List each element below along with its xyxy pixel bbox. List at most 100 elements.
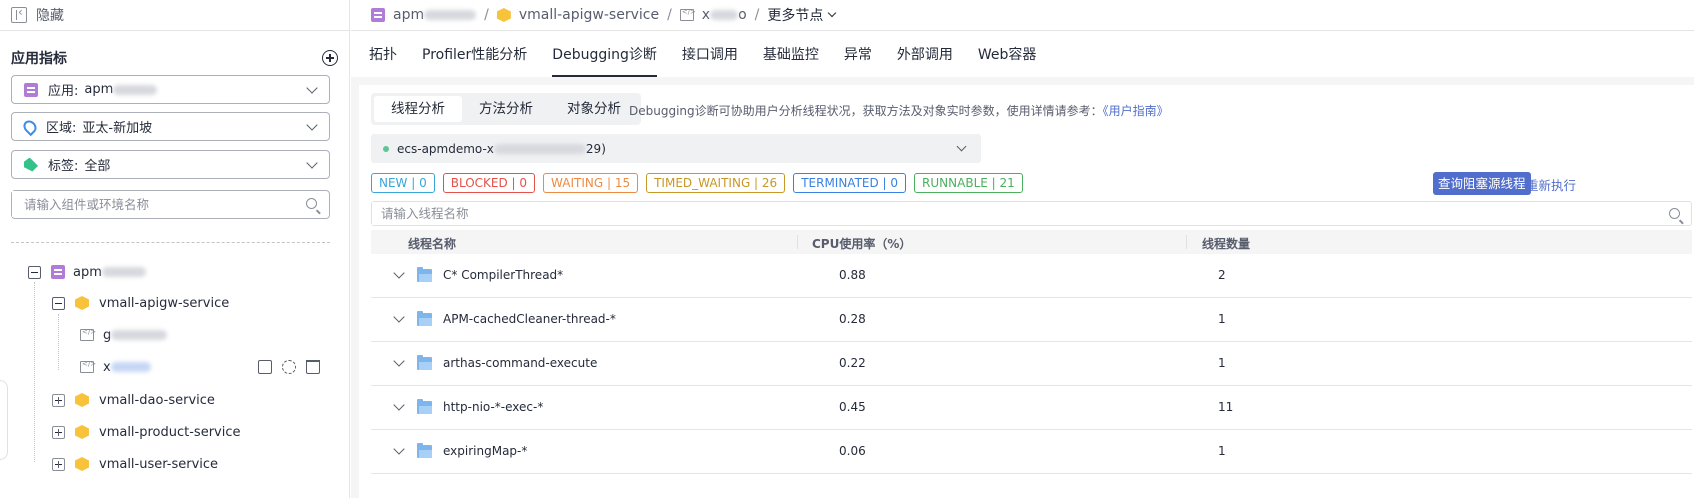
badge-terminated[interactable]: TERMINATED | 0 <box>793 173 907 193</box>
component-search-input[interactable] <box>12 191 292 217</box>
service-cube-icon <box>75 457 89 471</box>
thread-search <box>371 201 1692 226</box>
chevron-down-icon[interactable] <box>393 267 405 279</box>
table-row[interactable]: C* CompilerThread* 0.88 2 <box>371 254 1692 298</box>
column-divider <box>797 235 798 249</box>
tag-select-label: 标签: <box>48 159 79 174</box>
query-blocking-source-button[interactable]: 查询阻塞源线程 <box>1433 172 1531 195</box>
service-cube-icon <box>75 393 89 407</box>
badge-timed-waiting[interactable]: TIMED_WAITING | 26 <box>646 173 786 193</box>
collapse-toggle-icon[interactable] <box>28 265 41 279</box>
gear-icon[interactable] <box>282 360 296 374</box>
redacted-text <box>101 267 146 277</box>
application-icon <box>371 8 385 22</box>
tree-instance[interactable]: g <box>80 324 168 346</box>
rerun-button[interactable]: 重新执行 <box>1526 175 1576 194</box>
subtab-object-analysis[interactable]: 对象分析 <box>550 96 638 122</box>
table-row[interactable]: http-nio-*-exec-* 0.45 11 <box>371 386 1692 430</box>
hide-sidebar-button[interactable]: 隐藏 <box>0 0 349 31</box>
badge-new[interactable]: NEW | 0 <box>371 173 435 193</box>
thread-count: 2 <box>1218 268 1226 282</box>
expand-toggle-icon[interactable] <box>52 457 65 471</box>
app-select-value: apm <box>84 82 114 97</box>
subtab-method-analysis[interactable]: 方法分析 <box>462 96 550 122</box>
expand-toggle-icon[interactable] <box>52 425 65 439</box>
monitor-chart-icon[interactable] <box>258 360 272 374</box>
breadcrumb: apm / vmall-apigw-service / x o / 更多节点 <box>351 0 1694 31</box>
tab-debugging[interactable]: Debugging诊断 <box>552 44 657 77</box>
breadcrumb-instance[interactable]: x <box>702 7 710 23</box>
instance-icon <box>679 8 696 21</box>
breadcrumb-app[interactable]: apm <box>393 7 424 23</box>
search-icon[interactable] <box>1669 208 1680 219</box>
region-select[interactable]: 区域: 亚太-新加坡 <box>11 112 330 141</box>
service-cube-icon <box>496 8 511 22</box>
tree-instance-selected[interactable]: x <box>80 356 320 378</box>
tree-service-product[interactable]: vmall-product-service <box>52 421 241 443</box>
chevron-down-icon[interactable] <box>393 355 405 367</box>
tab-topology[interactable]: 拓扑 <box>369 44 397 77</box>
tab-profiler[interactable]: Profiler性能分析 <box>422 44 527 77</box>
table-row[interactable]: arthas-command-execute 0.22 1 <box>371 342 1692 386</box>
tab-basic-monitoring[interactable]: 基础监控 <box>763 44 819 77</box>
thread-name: expiringMap-* <box>443 444 528 458</box>
debugging-panel: 线程分析 方法分析 对象分析 Debugging诊断可协助用户分析线程状况，获取… <box>359 85 1694 498</box>
trash-icon[interactable] <box>306 360 320 374</box>
thread-count: 1 <box>1218 444 1226 458</box>
folder-icon <box>417 267 432 282</box>
tree-service-label: vmall-product-service <box>99 424 241 440</box>
more-nodes-dropdown[interactable]: 更多节点 <box>767 5 823 25</box>
expand-toggle-icon[interactable] <box>52 393 65 407</box>
subtab-thread-analysis[interactable]: 线程分析 <box>374 96 462 122</box>
tab-external-calls[interactable]: 外部调用 <box>897 44 953 77</box>
badge-waiting[interactable]: WAITING | 15 <box>543 173 639 193</box>
table-header: 线程名称 CPU使用率（%） 线程数量 <box>371 230 1692 254</box>
hint-text: Debugging诊断可协助用户分析线程状况，获取方法及对象实时参数，使用详情请… <box>629 104 1103 118</box>
table-row[interactable]: APM-cachedCleaner-thread-* 0.28 1 <box>371 298 1692 342</box>
search-icon[interactable] <box>306 198 317 209</box>
redacted-text <box>113 84 158 95</box>
table-row[interactable]: expiringMap-* 0.06 1 <box>371 430 1692 474</box>
region-select-value: 亚太-新加坡 <box>82 121 153 136</box>
instance-actions <box>248 360 320 374</box>
chevron-down-icon[interactable] <box>393 443 405 455</box>
tab-api-calls[interactable]: 接口调用 <box>682 44 738 77</box>
tree-service-user[interactable]: vmall-user-service <box>52 453 218 475</box>
tab-web-container[interactable]: Web容器 <box>978 44 1037 77</box>
thread-name: arthas-command-execute <box>443 356 598 370</box>
chevron-down-icon <box>306 119 318 131</box>
breadcrumb-separator: / <box>667 7 672 23</box>
badge-blocked[interactable]: BLOCKED | 0 <box>442 173 536 193</box>
breadcrumb-service[interactable]: vmall-apigw-service <box>519 7 659 23</box>
process-select[interactable]: ecs-apmdemo-x 29) <box>371 134 981 163</box>
tree-instance-label: x <box>103 359 111 375</box>
column-header-cpu: CPU使用率（%） <box>812 237 912 251</box>
tree-service-dao[interactable]: vmall-dao-service <box>52 389 215 411</box>
thread-search-input[interactable] <box>372 202 1652 225</box>
chevron-down-icon <box>956 141 967 152</box>
sidebar-resize-handle[interactable] <box>0 380 8 460</box>
application-icon <box>24 82 38 97</box>
badge-runnable[interactable]: RUNNABLE | 21 <box>914 173 1023 193</box>
tree-service-apigw[interactable]: vmall-apigw-service <box>52 292 229 314</box>
redacted-text <box>710 10 739 20</box>
add-circle-icon[interactable] <box>322 50 338 66</box>
collapse-toggle-icon[interactable] <box>52 296 65 310</box>
tag-select[interactable]: 标签: 全部 <box>11 150 330 179</box>
thread-state-filters: NEW | 0 BLOCKED | 0 WAITING | 15 TIMED_W… <box>371 173 1031 193</box>
tab-exceptions[interactable]: 异常 <box>844 44 872 77</box>
tree-service-label: vmall-dao-service <box>99 392 215 408</box>
user-guide-link[interactable]: 《用户指南》 <box>1103 104 1169 118</box>
chevron-down-icon[interactable] <box>393 399 405 411</box>
chevron-down-icon[interactable] <box>393 311 405 323</box>
chevron-down-icon <box>828 8 837 18</box>
tree-service-label: vmall-user-service <box>99 456 219 472</box>
tree-root-app[interactable]: apm <box>28 261 146 283</box>
folder-icon <box>417 399 432 414</box>
cpu-usage: 0.06 <box>839 444 866 458</box>
app-select[interactable]: 应用: apm <box>11 75 330 104</box>
component-search <box>11 190 330 219</box>
breadcrumb-instance-suffix: o <box>738 7 747 23</box>
cpu-usage: 0.88 <box>839 268 866 282</box>
process-suffix: 29) <box>585 141 606 156</box>
